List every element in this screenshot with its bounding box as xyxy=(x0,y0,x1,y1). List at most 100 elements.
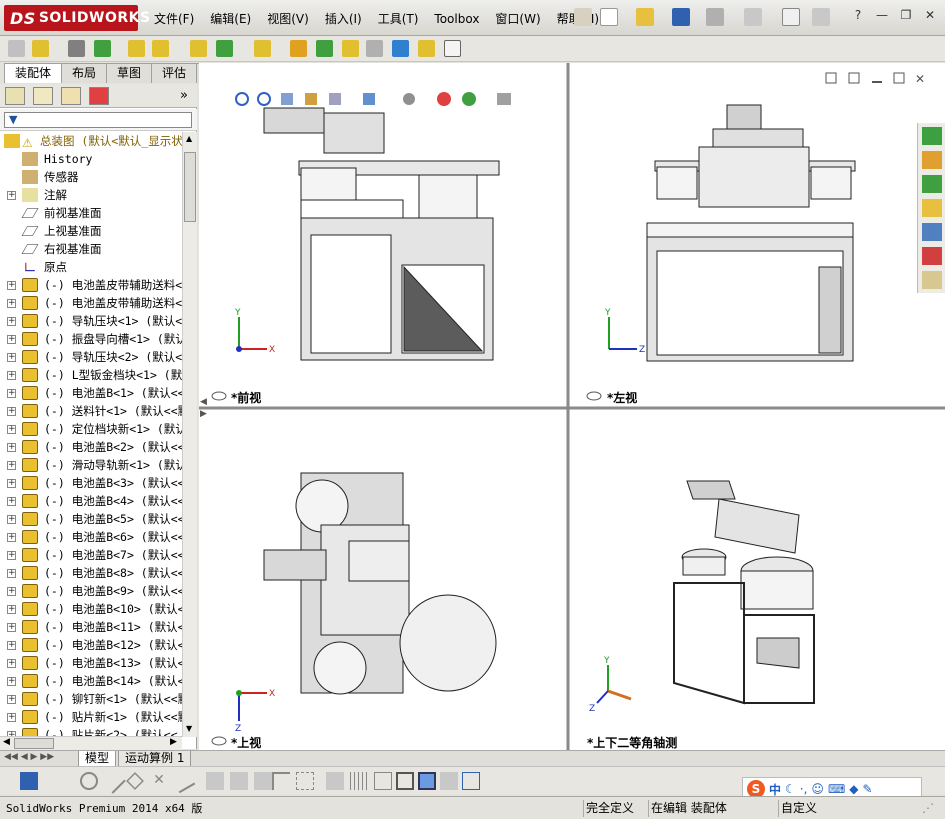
restore-button[interactable]: ❐ xyxy=(897,8,915,24)
show-hidden-icon[interactable] xyxy=(190,40,207,57)
tree-item[interactable]: + (-) 贴片新<1> (默认<<默 xyxy=(0,708,182,726)
tree-item[interactable]: + (-) 导轨压块<2> (默认<< xyxy=(0,348,182,366)
drawing-icon[interactable] xyxy=(440,772,458,790)
linear-pattern-icon[interactable] xyxy=(94,40,111,57)
convert-tool-icon[interactable] xyxy=(254,772,272,790)
tree-item[interactable]: + (-) 送料针<1> (默认<<默 xyxy=(0,402,182,420)
tree-root[interactable]: ⚠ 总装图 (默认<默认_显示状 xyxy=(0,132,182,150)
expand-panel-icon[interactable]: » xyxy=(180,88,188,103)
menu-item-3[interactable]: 插入(I) xyxy=(317,10,370,28)
tree-item[interactable]: History xyxy=(0,150,182,168)
tree-hscroll-thumb[interactable] xyxy=(14,738,54,749)
expand-plus-icon[interactable]: + xyxy=(7,623,16,632)
menu-item-0[interactable]: 文件(F) xyxy=(146,10,202,28)
tree-item[interactable]: + (-) 铆钉新<1> (默认<<默 xyxy=(0,690,182,708)
expand-plus-icon[interactable]: + xyxy=(7,281,16,290)
minimize-button[interactable]: — xyxy=(873,8,891,24)
tree-item[interactable]: + (-) 电池盖B<5> (默认<<默 xyxy=(0,510,182,528)
box-tool-icon[interactable] xyxy=(374,772,392,790)
expand-plus-icon[interactable]: + xyxy=(7,299,16,308)
skin-icon[interactable]: ◆ xyxy=(849,782,858,796)
emoji-icon[interactable]: ☺ xyxy=(811,782,824,796)
menu-item-1[interactable]: 编辑(E) xyxy=(202,10,259,28)
expand-plus-icon[interactable]: + xyxy=(7,605,16,614)
tree-item[interactable]: + (-) 电池盖B<13> (默认<< xyxy=(0,654,182,672)
feature-manager-tab-icon[interactable] xyxy=(5,87,25,105)
expand-plus-icon[interactable]: + xyxy=(7,425,16,434)
tree-item[interactable]: 上视基准面 xyxy=(0,222,182,240)
print-icon[interactable] xyxy=(706,8,724,26)
filter-input[interactable]: ▼ xyxy=(4,112,192,128)
command-tab-3[interactable]: 评估 xyxy=(151,63,198,83)
expand-plus-icon[interactable]: + xyxy=(7,497,16,506)
open-folder-icon[interactable] xyxy=(636,8,654,26)
custom-properties-icon[interactable] xyxy=(922,271,942,289)
expand-plus-icon[interactable]: + xyxy=(7,407,16,416)
speedpak-icon[interactable] xyxy=(418,40,435,57)
punctuation-icon[interactable]: ·, xyxy=(800,782,808,796)
previous-view-icon[interactable] xyxy=(281,93,293,105)
expand-plus-icon[interactable]: + xyxy=(7,317,16,326)
tree-item[interactable]: + (-) 振盘导向槽<1> (默认 xyxy=(0,330,182,348)
new-part-icon[interactable] xyxy=(32,40,49,57)
expand-plus-icon[interactable]: + xyxy=(7,515,16,524)
edit-appearance-icon[interactable] xyxy=(437,92,451,106)
design-library-icon[interactable] xyxy=(922,175,942,193)
smart-fasteners-icon[interactable] xyxy=(128,40,145,57)
menu-item-4[interactable]: 工具(T) xyxy=(370,10,427,28)
menu-item-6[interactable]: 窗口(W) xyxy=(487,10,548,28)
menu-item-2[interactable]: 视图(V) xyxy=(259,10,317,28)
tree-item[interactable]: + (-) 电池盖B<11> (默认<< xyxy=(0,618,182,636)
bottom-tab-1[interactable]: 运动算例 1 xyxy=(118,751,192,767)
tree-item[interactable]: 前视基准面 xyxy=(0,204,182,222)
dimension-tool-icon[interactable] xyxy=(326,772,344,790)
apply-scene-icon[interactable] xyxy=(462,92,476,106)
tree-item[interactable]: + (-) 电池盖B<1> (默认<<默 xyxy=(0,384,182,402)
ime-lang-toggle[interactable]: 中 xyxy=(769,781,781,798)
scroll-down-icon[interactable]: ▼ xyxy=(186,724,192,733)
tree-item[interactable]: 原点 xyxy=(0,258,182,276)
line-tool-icon[interactable] xyxy=(100,768,126,794)
tree-vertical-scrollbar[interactable]: ▲ ▼ xyxy=(182,132,197,737)
expand-left-icon[interactable]: ▶ xyxy=(200,409,207,419)
tree-item[interactable]: + (-) 电池盖B<4> (默认<<默 xyxy=(0,492,182,510)
tree-horizontal-scrollbar[interactable]: ◀ ▶ xyxy=(0,736,182,750)
command-tab-1[interactable]: 布局 xyxy=(61,63,108,83)
tree-item[interactable]: 右视基准面 xyxy=(0,240,182,258)
expand-plus-icon[interactable]: + xyxy=(7,587,16,596)
expand-plus-icon[interactable]: + xyxy=(7,677,16,686)
expand-plus-icon[interactable]: + xyxy=(7,335,16,344)
solidworks-logo[interactable]: DS SOLIDWORKS xyxy=(4,5,150,31)
expand-plus-icon[interactable]: + xyxy=(7,695,16,704)
view-palette-icon[interactable] xyxy=(922,223,942,241)
expand-plus-icon[interactable]: + xyxy=(7,479,16,488)
resources-icon[interactable] xyxy=(922,127,942,145)
corner-tool-icon[interactable] xyxy=(272,772,290,790)
trim-tool-icon[interactable]: ✕ xyxy=(150,772,168,790)
home-icon[interactable] xyxy=(922,151,942,169)
expand-plus-icon[interactable]: + xyxy=(7,461,16,470)
expand-plus-icon[interactable]: + xyxy=(7,443,16,452)
status-custom[interactable]: 自定义 xyxy=(778,800,819,817)
select-cursor-icon[interactable] xyxy=(782,8,800,26)
tree-item[interactable]: + (-) 定位档块新<1> (默认 xyxy=(0,420,182,438)
graphics-area[interactable]: ✕ Y X Y Z X Z Y Z ◀ ▶ *前视 *左视 *上视 *上下二等角… xyxy=(199,63,945,750)
property-manager-tab-icon[interactable] xyxy=(33,87,53,105)
tree-item[interactable]: + (-) 滑动导轨新<1> (默认 xyxy=(0,456,182,474)
tree-item[interactable]: + (-) 电池盖B<6> (默认<<默 xyxy=(0,528,182,546)
bottom-save-icon[interactable] xyxy=(20,772,38,790)
wireframe-icon[interactable] xyxy=(396,772,414,790)
expand-plus-icon[interactable]: + xyxy=(7,533,16,542)
display-style-icon[interactable] xyxy=(363,93,375,105)
tree-item[interactable]: + (-) 电池盖B<7> (默认<<默 xyxy=(0,546,182,564)
hide-show-items-icon[interactable] xyxy=(403,93,415,105)
mirror-tool-icon[interactable] xyxy=(206,772,224,790)
bill-of-materials-icon[interactable] xyxy=(316,40,333,57)
pin-icon[interactable] xyxy=(574,8,592,26)
help-button[interactable]: ? xyxy=(849,8,867,24)
move-component-icon[interactable] xyxy=(152,40,169,57)
expand-plus-icon[interactable]: + xyxy=(7,371,16,380)
configuration-manager-tab-icon[interactable] xyxy=(61,87,81,105)
tree-item[interactable]: + (-) 电池盖B<10> (默认<< xyxy=(0,600,182,618)
tree-item[interactable]: + (-) 电池盖皮带辅助送料< xyxy=(0,276,182,294)
